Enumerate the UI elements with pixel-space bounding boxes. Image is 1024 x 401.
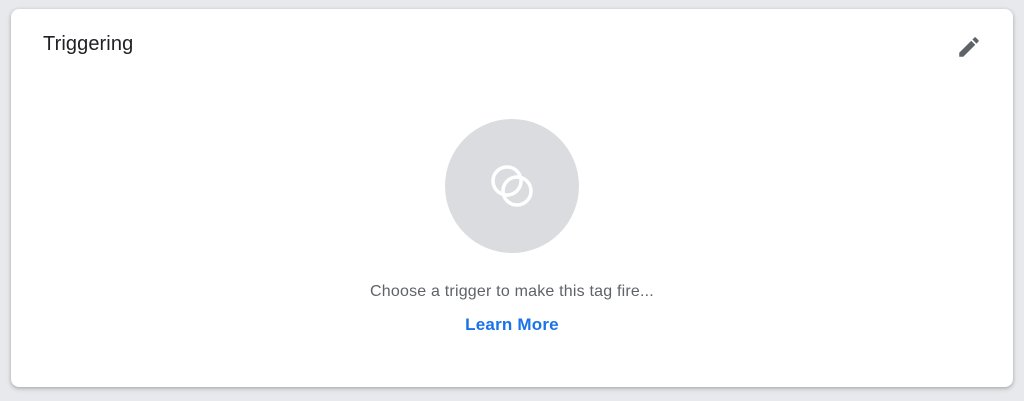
trigger-circles-icon <box>491 165 533 207</box>
pencil-icon <box>959 37 979 57</box>
trigger-hint: Choose a trigger to make this tag fire..… <box>370 283 654 300</box>
empty-state: Choose a trigger to make this tag fire..… <box>11 119 1013 335</box>
trigger-placeholder[interactable] <box>445 119 579 253</box>
triggering-card: Triggering Choose a trigger to make this… <box>11 9 1013 387</box>
card-title: Triggering <box>43 33 134 55</box>
edit-button[interactable] <box>953 31 985 63</box>
learn-more-link[interactable]: Learn More <box>465 315 559 335</box>
